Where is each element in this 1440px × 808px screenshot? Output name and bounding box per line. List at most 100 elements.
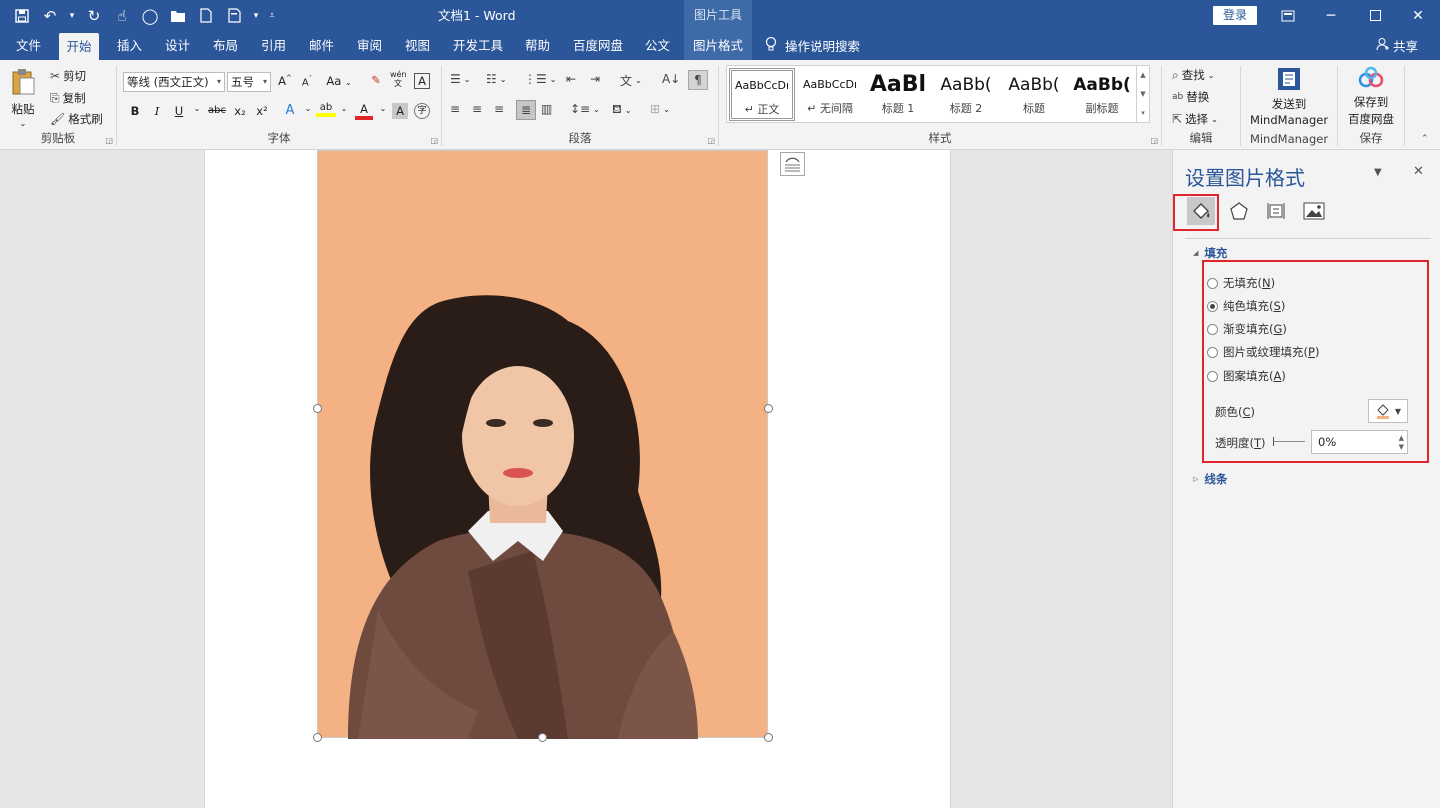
- open-folder-icon[interactable]: [166, 4, 190, 28]
- tab-mailings[interactable]: 邮件: [307, 31, 336, 60]
- tab-insert[interactable]: 插入: [115, 31, 144, 60]
- resize-handle-left[interactable]: [313, 404, 322, 413]
- font-color-button[interactable]: A: [355, 102, 373, 120]
- cut-button[interactable]: ✂ 剪切: [50, 68, 86, 84]
- multilevel-list-button[interactable]: ⋮☰ ⌄: [524, 72, 556, 86]
- shrink-font-button[interactable]: Aˇ: [299, 75, 315, 88]
- fill-color-picker[interactable]: ▼: [1368, 399, 1408, 423]
- ribbon-display-icon[interactable]: [1266, 0, 1310, 31]
- grow-font-button[interactable]: A^: [277, 74, 293, 88]
- solid-fill-option[interactable]: 纯色填充(S): [1207, 298, 1285, 314]
- shading-button[interactable]: ⛾ ⌄: [612, 102, 632, 118]
- document-page[interactable]: [204, 150, 951, 808]
- sort-button[interactable]: A↓: [662, 72, 680, 86]
- transparency-slider-thumb[interactable]: [1273, 437, 1274, 446]
- decrease-indent-button[interactable]: ⇤: [566, 72, 576, 86]
- spin-down-icon[interactable]: ▼: [1399, 443, 1404, 451]
- touch-mode-icon[interactable]: ☝: [110, 4, 134, 28]
- transparency-spinbox[interactable]: 0% ▲ ▼: [1311, 430, 1408, 454]
- tab-file[interactable]: 文件: [14, 31, 43, 60]
- clear-format-icon[interactable]: ✎: [368, 73, 384, 87]
- superscript-button[interactable]: x²: [253, 104, 271, 118]
- customize-qat-icon[interactable]: ⩡: [266, 4, 278, 28]
- spin-up-icon[interactable]: ▲: [1399, 434, 1404, 442]
- line-section-header[interactable]: ▷ 线条: [1193, 471, 1227, 487]
- tell-me-search[interactable]: 操作说明搜索: [765, 31, 860, 60]
- login-button[interactable]: 登录: [1213, 6, 1257, 25]
- italic-button[interactable]: I: [149, 104, 165, 118]
- tab-official-doc[interactable]: 公文: [643, 31, 672, 60]
- resize-handle-bottom-left[interactable]: [313, 733, 322, 742]
- print-preview-icon[interactable]: [222, 4, 246, 28]
- tab-review[interactable]: 审阅: [355, 31, 384, 60]
- dialog-launcher-icon[interactable]: ◲: [105, 136, 113, 145]
- line-spacing-button[interactable]: ↕≡ ⌄: [570, 102, 600, 116]
- picture-texture-fill-option[interactable]: 图片或纹理填充(P): [1207, 344, 1319, 360]
- align-right-button[interactable]: ≡: [494, 102, 504, 116]
- distributed-button[interactable]: ▥: [541, 102, 552, 116]
- resize-handle-bottom[interactable]: [538, 733, 547, 742]
- highlight-button[interactable]: ab: [316, 102, 336, 117]
- tab-help[interactable]: 帮助: [523, 31, 552, 60]
- bold-button[interactable]: B: [127, 104, 143, 118]
- layout-options-button[interactable]: [780, 152, 805, 176]
- underline-button[interactable]: U: [171, 104, 187, 118]
- replace-button[interactable]: ab 替换: [1172, 89, 1209, 105]
- tab-baidu-netdisk[interactable]: 百度网盘: [571, 31, 625, 60]
- show-marks-button[interactable]: ¶: [688, 70, 708, 90]
- radio-button[interactable]: [1207, 323, 1218, 335]
- dialog-launcher-icon[interactable]: ◲: [430, 136, 438, 145]
- subscript-button[interactable]: x₂: [231, 104, 249, 118]
- justify-button[interactable]: ≣: [516, 100, 536, 120]
- chevron-down-icon[interactable]: ⌄: [189, 104, 205, 113]
- pattern-fill-option[interactable]: 图案填充(A): [1207, 368, 1286, 384]
- tab-design[interactable]: 设计: [163, 31, 192, 60]
- no-fill-option[interactable]: 无填充(N): [1207, 275, 1275, 291]
- dialog-launcher-icon[interactable]: ◲: [1150, 136, 1158, 145]
- copy-button[interactable]: ⎘ 复制: [50, 90, 86, 106]
- minimize-icon[interactable]: ─: [1309, 0, 1353, 31]
- align-center-button[interactable]: ≡: [472, 102, 482, 116]
- selected-picture[interactable]: [317, 150, 768, 739]
- fill-section-header[interactable]: ◢ 填充: [1193, 245, 1227, 261]
- chevron-down-icon[interactable]: ▾: [66, 4, 78, 28]
- phonetic-guide-button[interactable]: wén 文: [390, 70, 407, 88]
- chinese-layout-button[interactable]: 文 ⌄: [620, 72, 642, 89]
- bullets-button[interactable]: ☰ ⌄: [450, 72, 470, 86]
- tab-layout[interactable]: 布局: [211, 31, 240, 60]
- tab-picture-format[interactable]: 图片格式: [684, 31, 752, 60]
- gradient-fill-option[interactable]: 渐变填充(G): [1207, 321, 1287, 337]
- font-name-combobox[interactable]: 等线 (西文正文) ▾: [123, 72, 225, 92]
- close-pane-icon[interactable]: ✕: [1413, 164, 1424, 179]
- tab-home[interactable]: 开始: [59, 33, 99, 60]
- tab-developer[interactable]: 开发工具: [451, 31, 505, 60]
- picture-tab[interactable]: [1300, 197, 1328, 225]
- enclose-characters-button[interactable]: 字: [414, 103, 430, 119]
- save-icon[interactable]: [10, 4, 34, 28]
- dialog-launcher-icon[interactable]: ◲: [707, 136, 715, 145]
- chevron-down-icon[interactable]: ⌄: [300, 104, 316, 113]
- increase-indent-button[interactable]: ⇥: [590, 72, 600, 86]
- change-case-button[interactable]: Aa ⌄: [325, 74, 353, 88]
- borders-button[interactable]: ⊞ ⌄: [650, 102, 670, 116]
- format-painter-button[interactable]: 🖌 格式刷: [50, 111, 103, 127]
- strikethrough-button[interactable]: abc: [205, 105, 229, 116]
- maximize-icon[interactable]: [1353, 0, 1397, 31]
- radio-button[interactable]: [1207, 370, 1218, 382]
- align-left-button[interactable]: ≡: [450, 102, 460, 116]
- resize-handle-bottom-right[interactable]: [764, 733, 773, 742]
- pane-options-icon[interactable]: ▼: [1374, 167, 1382, 178]
- tab-view[interactable]: 视图: [403, 31, 432, 60]
- new-doc-icon[interactable]: [194, 4, 218, 28]
- shape-icon[interactable]: ◯: [138, 4, 162, 28]
- layout-properties-tab[interactable]: [1262, 197, 1290, 225]
- find-button[interactable]: ⌕ 查找 ⌄: [1172, 67, 1214, 83]
- undo-icon[interactable]: ↶: [38, 4, 62, 28]
- chevron-down-icon[interactable]: ▾: [250, 4, 262, 28]
- paste-button[interactable]: 粘贴 ⌄: [10, 68, 36, 128]
- radio-button[interactable]: [1207, 300, 1218, 312]
- save-to-baidu-button[interactable]: 保存到 百度网盘: [1346, 66, 1396, 127]
- font-size-combobox[interactable]: 五号 ▾: [227, 72, 271, 92]
- transparency-slider-track[interactable]: [1273, 441, 1305, 442]
- text-effects-button[interactable]: A: [282, 103, 298, 118]
